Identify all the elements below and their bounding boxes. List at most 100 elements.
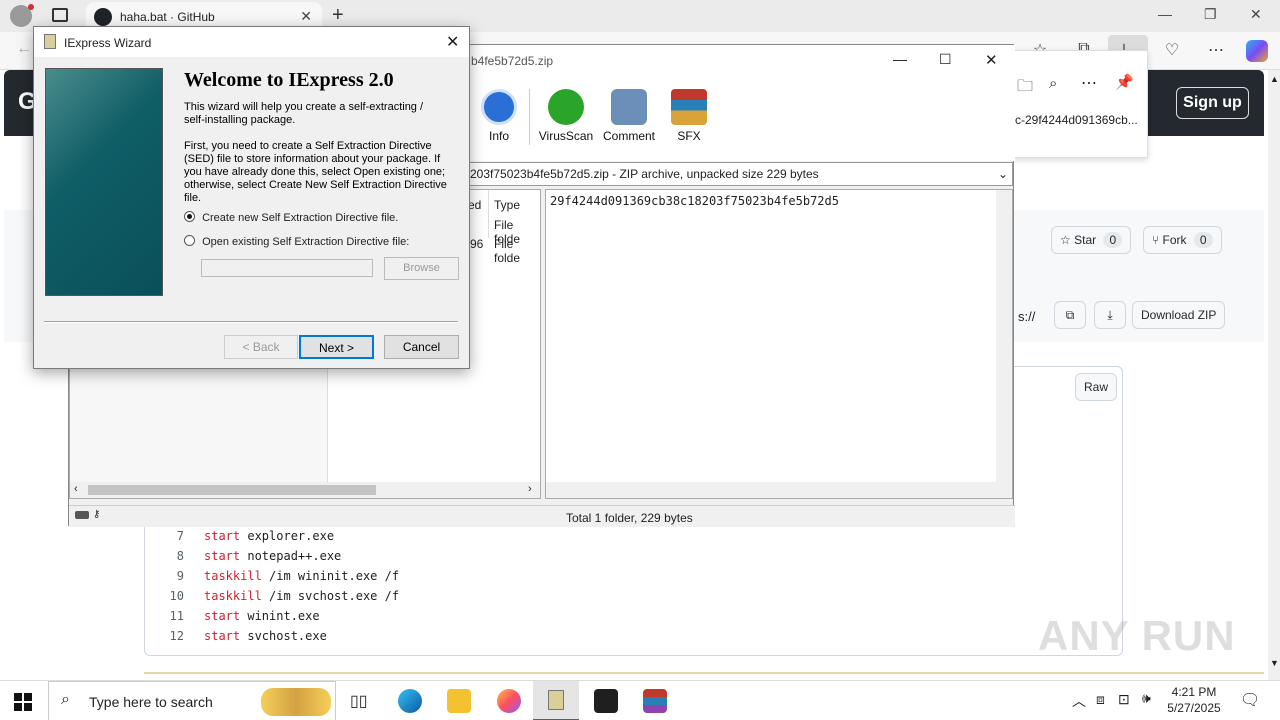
raw-button[interactable]: Raw <box>1075 373 1118 401</box>
code-keyword: taskkill <box>204 589 262 603</box>
firefox-icon[interactable] <box>497 689 521 713</box>
open-existing-sed-radio[interactable]: Open existing Self Extraction Directive … <box>184 235 409 248</box>
downloads-popup: 🗀 ⌕ ⋯ 📌 c-29f4244d091369cb... <box>1004 50 1148 158</box>
scroll-right-icon[interactable]: › <box>528 483 532 495</box>
new-tab-button[interactable]: + <box>332 4 344 27</box>
info-label: Info <box>488 129 509 143</box>
horizontal-scrollbar[interactable]: ‹ › <box>70 482 540 498</box>
comment-button[interactable]: Comment <box>599 89 659 143</box>
virusscan-label: VirusScan <box>538 129 594 143</box>
file-explorer-icon[interactable] <box>447 689 471 713</box>
archive-path-field[interactable]: 203f75023b4fe5b72d5.zip - ZIP archive, u… <box>465 162 1013 186</box>
sfx-button[interactable]: SFX <box>659 89 719 143</box>
line-number: 11 <box>169 609 184 623</box>
sfx-icon <box>671 89 707 125</box>
winrar-icon[interactable] <box>643 689 667 713</box>
code-keyword: taskkill <box>204 569 262 583</box>
virusscan-button[interactable]: VirusScan <box>536 89 596 143</box>
chevron-down-icon[interactable]: ⌄ <box>998 163 1008 185</box>
code-text: explorer.exe <box>240 529 335 543</box>
scroll-left-icon[interactable]: ‹ <box>74 483 78 495</box>
folder-icon[interactable]: 🗀 <box>1017 75 1033 102</box>
chevron-up-icon[interactable]: ︿ <box>1072 691 1086 711</box>
close-tab-icon[interactable]: ✕ <box>300 8 312 25</box>
close-window-icon[interactable]: ✕ <box>1250 6 1262 23</box>
sign-up-button[interactable]: Sign up <box>1176 87 1249 119</box>
code-line: 7 start explorer.exe <box>150 526 334 546</box>
fork-button[interactable]: ⑂ Fork 0 <box>1143 226 1222 254</box>
code-text: winint.exe <box>240 609 320 623</box>
wifi-icon[interactable]: ⊡ <box>1118 691 1130 708</box>
radio-unselected-icon <box>184 235 195 246</box>
download-zip-button[interactable]: Download ZIP <box>1132 301 1226 329</box>
edge-icon[interactable] <box>398 689 422 713</box>
task-view-icon[interactable]: ▯▯ <box>350 691 368 711</box>
code-line: 11 start winint.exe <box>150 606 320 626</box>
restore-icon[interactable]: ❐ <box>1204 6 1217 23</box>
code-keyword: start <box>204 629 241 643</box>
pin-icon[interactable]: 📌 <box>1115 73 1134 91</box>
active-app-highlight[interactable] <box>533 681 579 720</box>
cancel-button[interactable]: Cancel <box>384 335 459 359</box>
windows-taskbar: ⌕ Type here to search ▯▯ ︿ ⧈ ⊡ 🕪 4:21 PM… <box>0 680 1280 720</box>
vertical-scrollbar[interactable] <box>996 190 1012 482</box>
taskbar-clock[interactable]: 4:21 PM 5/27/2025 <box>1162 684 1226 716</box>
radio-selected-icon <box>184 211 195 222</box>
minimize-icon[interactable]: — <box>893 51 907 67</box>
column-header-type[interactable]: Type <box>494 198 520 212</box>
code-keyword: start <box>204 609 241 623</box>
iexpress-app-icon <box>44 34 56 49</box>
star-button[interactable]: ☆ Star 0 <box>1051 226 1132 254</box>
comment-label: Comment <box>602 129 655 143</box>
wizard-heading: Welcome to IExpress 2.0 <box>184 69 394 91</box>
close-icon[interactable]: ✕ <box>985 51 998 69</box>
network-icon[interactable]: ⧈ <box>1096 691 1105 708</box>
line-number: 7 <box>176 529 184 543</box>
line-number: 12 <box>169 629 184 643</box>
create-new-sed-radio[interactable]: Create new Self Extraction Directive fil… <box>184 211 398 224</box>
code-text: /im svchost.exe /f <box>261 589 400 603</box>
notifications-icon[interactable]: 🗨 <box>1240 690 1260 710</box>
minimize-icon[interactable]: — <box>1158 6 1172 22</box>
search-icon[interactable]: ⌕ <box>1049 75 1057 92</box>
more-icon[interactable]: ⋯ <box>1081 73 1097 93</box>
windows-start-icon[interactable] <box>14 693 32 711</box>
anyrun-watermark: ANY RUN <box>1038 612 1236 659</box>
close-icon[interactable]: ✕ <box>446 32 459 52</box>
scroll-up-icon[interactable]: ▲ <box>1270 74 1279 84</box>
sfx-label: SFX <box>677 129 701 143</box>
scroll-thumb[interactable] <box>88 485 376 495</box>
horizontal-scrollbar[interactable] <box>546 482 1012 498</box>
download-item-name[interactable]: c-29f4244d091369cb... <box>1015 113 1138 127</box>
more-icon[interactable]: ⋯ <box>1204 40 1228 60</box>
wizard-banner-image <box>45 68 163 296</box>
volume-icon[interactable]: 🕪 <box>1142 690 1151 707</box>
fork-icon: ⑂ <box>1152 233 1160 247</box>
next-button[interactable]: Next > <box>299 335 374 359</box>
copy-url-button[interactable]: ⧉ <box>1054 301 1086 329</box>
heart-pulse-icon[interactable]: ♡ <box>1160 40 1184 60</box>
download-repo-button[interactable]: ⤓ <box>1094 301 1126 329</box>
code-line: 8 start notepad++.exe <box>150 546 342 566</box>
code-keyword: start <box>204 529 241 543</box>
tab-actions-icon[interactable] <box>52 8 68 22</box>
maximize-icon[interactable]: ☐ <box>939 51 952 68</box>
scroll-down-icon[interactable]: ▼ <box>1270 658 1279 668</box>
key-icon: ⚷ <box>93 509 101 520</box>
clone-url[interactable]: s:// <box>1018 309 1035 324</box>
page-scrollbar[interactable]: ▲ ▼ <box>1268 70 1280 680</box>
info-button[interactable]: Info <box>469 89 529 143</box>
copilot-icon[interactable] <box>1246 40 1268 62</box>
taskbar-search-box[interactable]: ⌕ Type here to search <box>48 681 336 720</box>
clock-time: 4:21 PM <box>1171 685 1217 699</box>
browse-button: Browse <box>384 257 459 280</box>
row-size: 96 <box>470 237 484 251</box>
column-header-modified[interactable]: ed <box>468 198 481 212</box>
virusscan-icon <box>548 89 584 125</box>
tab-title: haha.bat · GitHub <box>120 10 215 24</box>
cmd-icon[interactable] <box>594 689 618 713</box>
star-label: Star <box>1074 233 1097 247</box>
code-text: notepad++.exe <box>240 549 342 563</box>
code-line: 10 taskkill /im svchost.exe /f <box>150 586 400 606</box>
code-text: /im wininit.exe /f <box>261 569 400 583</box>
